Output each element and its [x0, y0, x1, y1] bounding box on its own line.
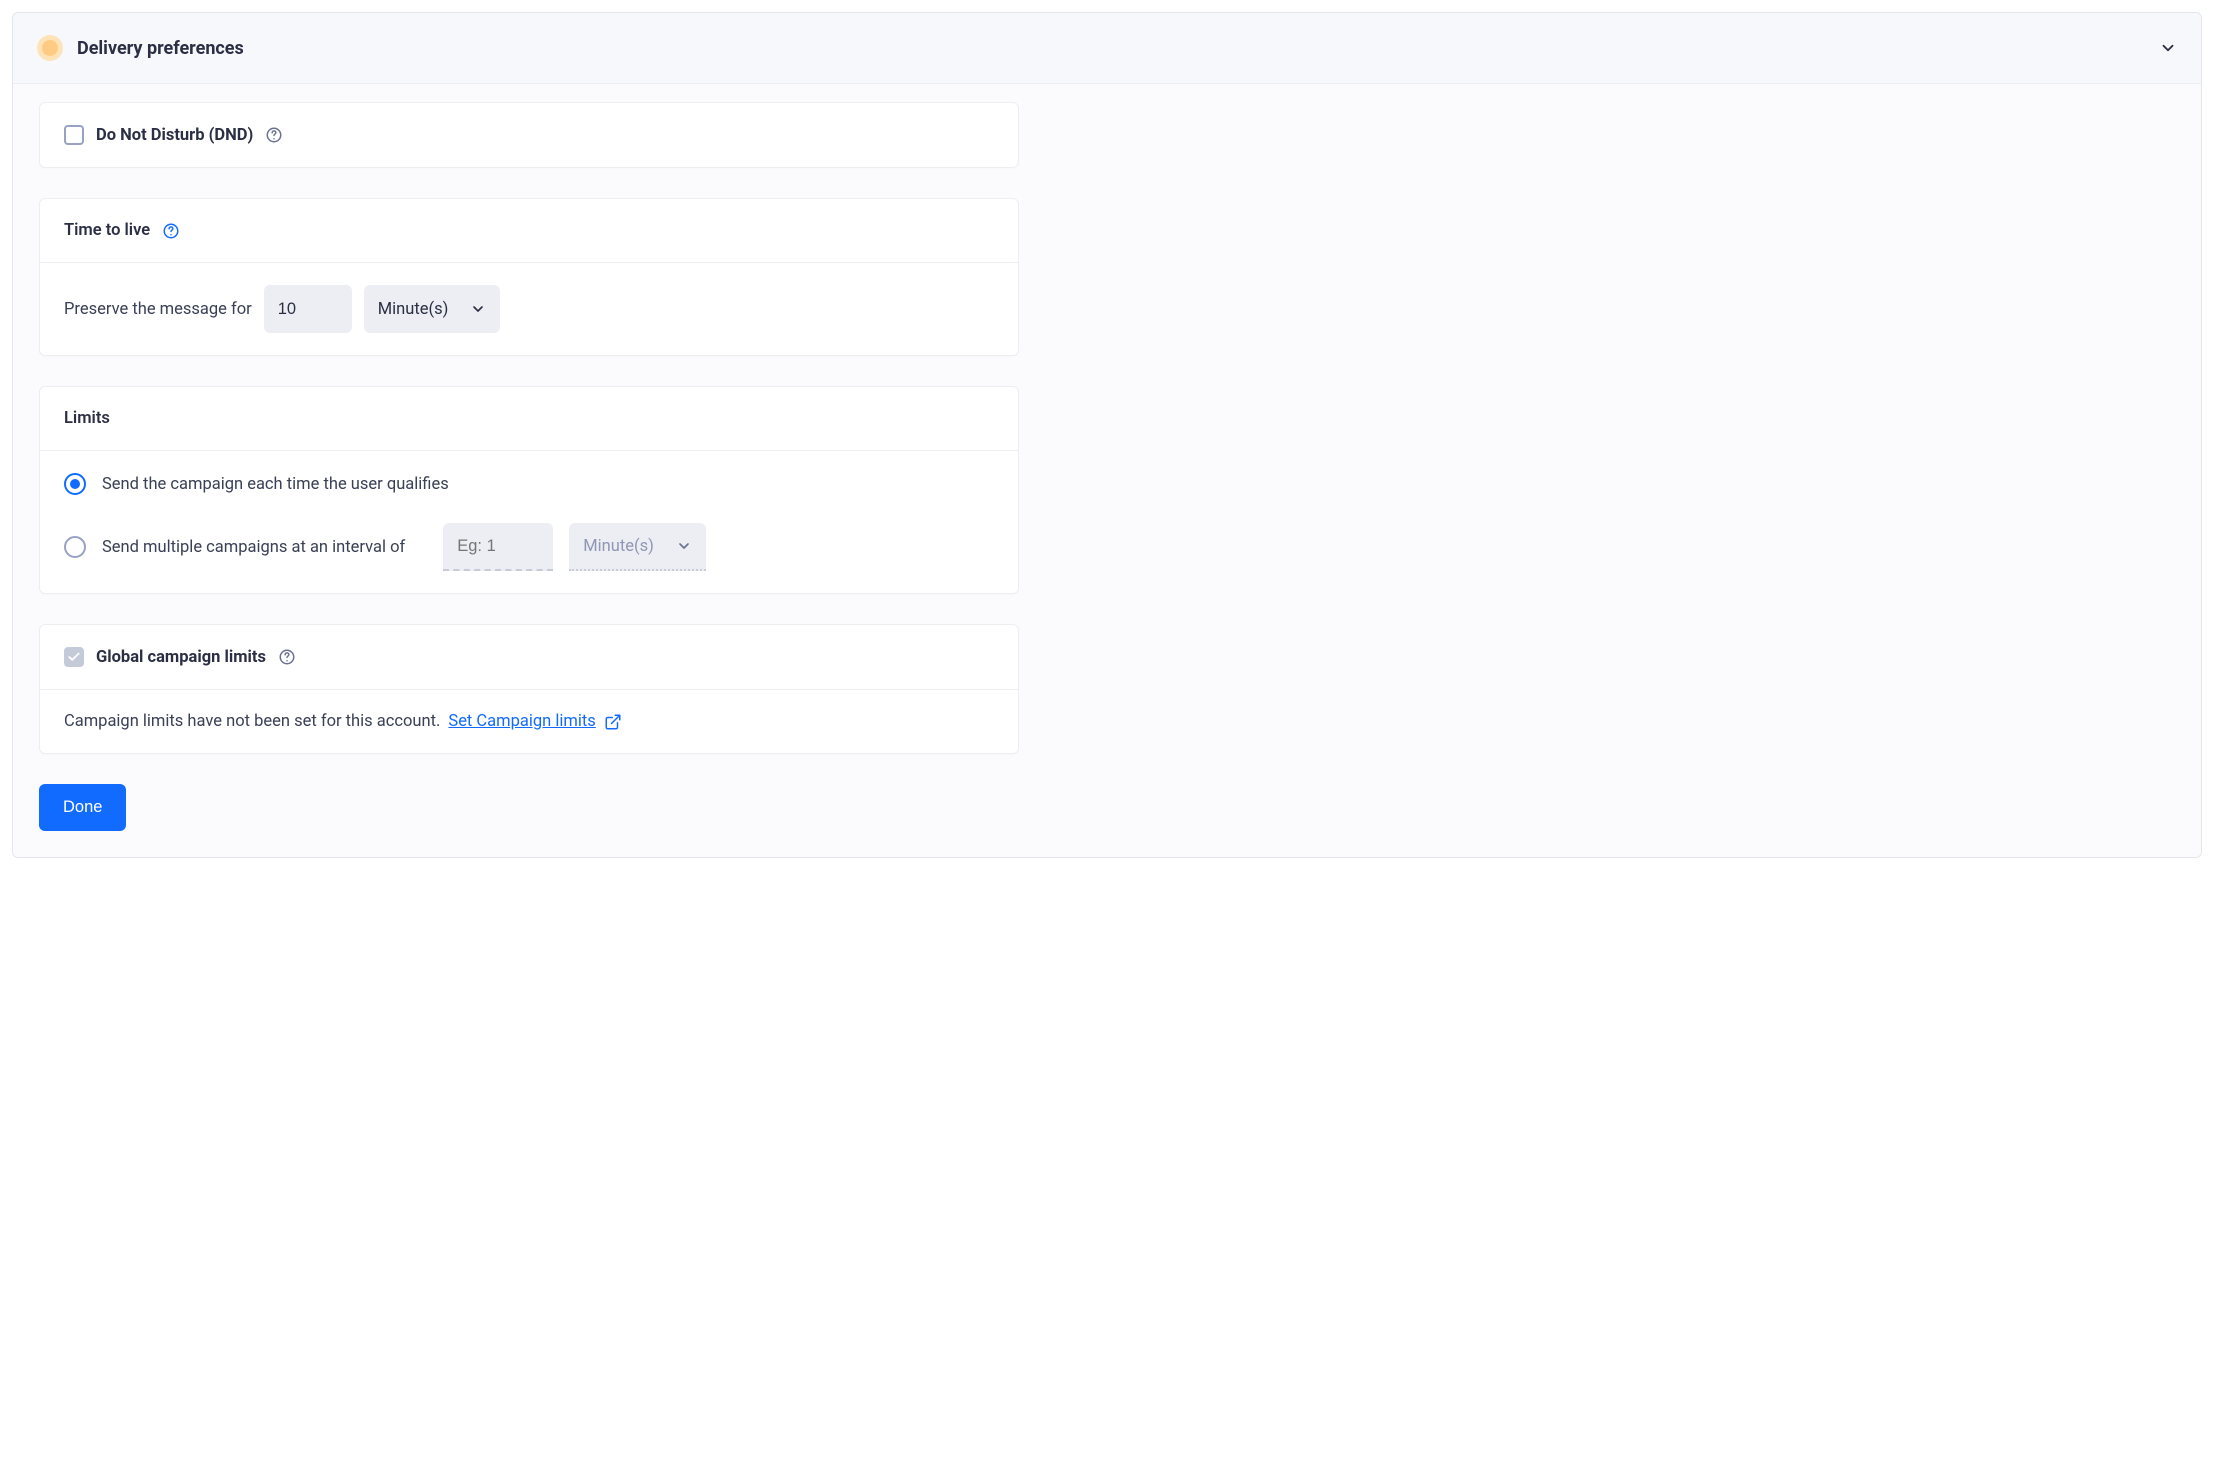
interval-unit-value: Minute(s): [583, 537, 654, 556]
interval-unit-select[interactable]: Minute(s): [569, 523, 706, 571]
set-campaign-limits-link[interactable]: Set Campaign limits: [448, 712, 621, 731]
interval-value-input[interactable]: [443, 523, 553, 571]
dnd-checkbox[interactable]: [64, 125, 84, 145]
help-icon[interactable]: [265, 126, 283, 144]
ttl-preserve-label: Preserve the message for: [64, 300, 252, 319]
ttl-value-input[interactable]: [264, 285, 352, 333]
status-orb-icon: [37, 35, 63, 61]
global-limits-checkbox[interactable]: [64, 647, 84, 667]
help-icon[interactable]: [162, 222, 180, 240]
chevron-down-icon: [2159, 39, 2177, 57]
set-campaign-limits-text: Set Campaign limits: [448, 712, 595, 731]
chevron-down-icon: [470, 301, 486, 317]
panel-title: Delivery preferences: [77, 38, 2159, 59]
limits-title: Limits: [64, 409, 110, 428]
dnd-card: Do Not Disturb (DND): [39, 102, 1019, 168]
global-limits-message: Campaign limits have not been set for th…: [64, 712, 440, 731]
limit-option-interval-radio[interactable]: [64, 536, 86, 558]
done-button[interactable]: Done: [39, 784, 126, 831]
ttl-title: Time to live: [64, 221, 150, 240]
limit-option-each-time-label: Send the campaign each time the user qua…: [102, 475, 449, 494]
dnd-label: Do Not Disturb (DND): [96, 126, 253, 145]
help-icon[interactable]: [278, 648, 296, 666]
limit-option-each-time-radio[interactable]: [64, 473, 86, 495]
ttl-unit-value: Minute(s): [378, 300, 449, 319]
panel-header[interactable]: Delivery preferences: [13, 13, 2201, 84]
ttl-card: Time to live Preserve the message for Mi…: [39, 198, 1019, 356]
limits-card: Limits Send the campaign each time the u…: [39, 386, 1019, 594]
global-limits-card: Global campaign limits Campaign limits h…: [39, 624, 1019, 754]
ttl-unit-select[interactable]: Minute(s): [364, 285, 501, 333]
chevron-down-icon: [676, 538, 692, 554]
limit-option-interval-label: Send multiple campaigns at an interval o…: [102, 538, 405, 557]
external-link-icon: [604, 713, 622, 731]
delivery-preferences-panel: Delivery preferences Do Not Disturb (DND…: [12, 12, 2202, 858]
panel-body: Do Not Disturb (DND) Time to live Preser…: [13, 84, 2201, 857]
global-limits-label: Global campaign limits: [96, 648, 266, 667]
